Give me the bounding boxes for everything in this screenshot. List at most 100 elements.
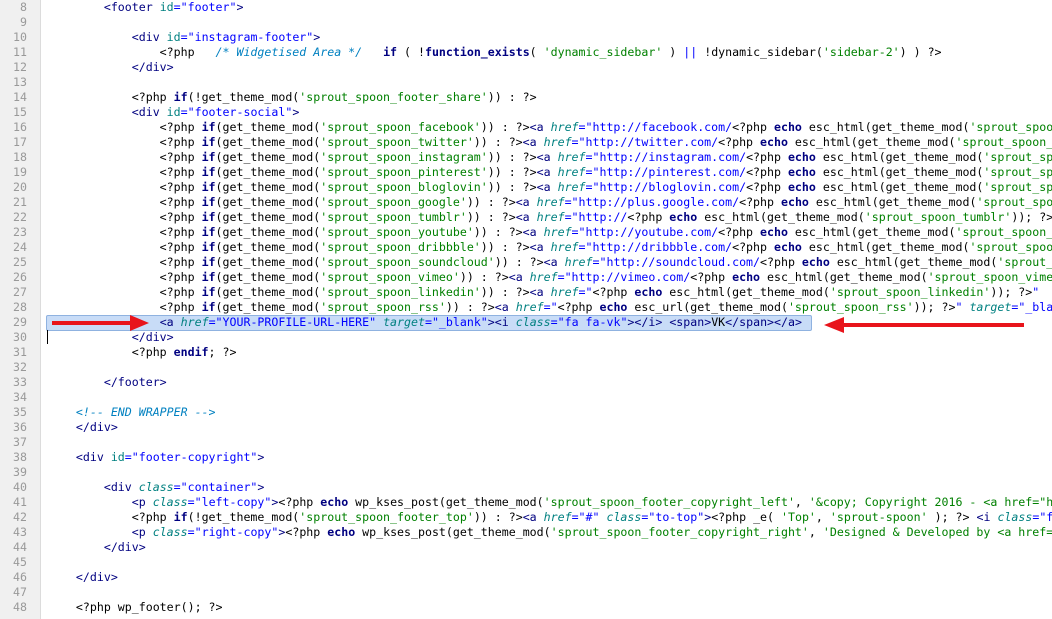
code-line[interactable]: 13 xyxy=(0,75,1052,90)
code-line[interactable]: 24 <?php if(get_theme_mod('sprout_spoon_… xyxy=(0,240,1052,255)
code-token: ="http://plus.google.com/ xyxy=(564,195,740,209)
code-token: <?php xyxy=(48,195,202,209)
code-line[interactable]: 47 xyxy=(0,585,1052,600)
code-line[interactable]: 19 <?php if(get_theme_mod('sprout_spoon_… xyxy=(0,165,1052,180)
code-line[interactable]: 14 <?php if(!get_theme_mod('sprout_spoon… xyxy=(0,90,1052,105)
code-token: href xyxy=(557,150,586,164)
code-text: </div> xyxy=(48,540,146,555)
code-token: <div xyxy=(131,105,167,119)
code-line[interactable]: 34 xyxy=(0,390,1052,405)
code-token: 'sprout_spoon_soundcloud' xyxy=(997,255,1052,269)
code-line[interactable]: 43 <p class="right-copy"><?php echo wp_k… xyxy=(0,525,1052,540)
code-token: 'sprout_spoon_google' xyxy=(320,195,467,209)
line-number: 16 xyxy=(13,120,27,134)
code-line[interactable]: 21 <?php if(get_theme_mod('sprout_spoon_… xyxy=(0,195,1052,210)
code-token: href xyxy=(180,315,209,329)
line-number: 33 xyxy=(13,375,27,389)
code-token: , xyxy=(808,525,823,539)
code-line[interactable]: 11 <?php /* Widgetised Area */ if ( !fun… xyxy=(0,45,1052,60)
code-token: echo xyxy=(787,165,816,179)
code-token: echo xyxy=(787,150,816,164)
code-token: <a xyxy=(159,315,181,329)
code-line[interactable]: 27 <?php if(get_theme_mod('sprout_spoon_… xyxy=(0,285,1052,300)
code-token: <?php xyxy=(732,240,774,254)
code-line[interactable]: 46 </div> xyxy=(0,570,1052,585)
code-token: 'sprout_spoon_twitter' xyxy=(320,135,474,149)
code-token: )) : ?> xyxy=(473,225,523,239)
code-token: <?php xyxy=(48,300,202,314)
code-line[interactable]: 16 <?php if(get_theme_mod('sprout_spoon_… xyxy=(0,120,1052,135)
code-line[interactable]: 40 <div class="container"> xyxy=(0,480,1052,495)
code-line[interactable]: 26 <?php if(get_theme_mod('sprout_spoon_… xyxy=(0,270,1052,285)
code-token: if xyxy=(201,270,216,284)
code-token: class xyxy=(515,315,551,329)
line-number: 29 xyxy=(13,315,27,329)
code-token: /* Widgetised Area */ xyxy=(215,45,363,59)
code-token: !dynamic_sidebar( xyxy=(697,45,823,59)
line-number: 42 xyxy=(13,510,27,524)
code-text: <?php if(get_theme_mod('sprout_spoon_dri… xyxy=(48,240,1052,255)
code-line[interactable]: 10 <div id="instagram-footer"> xyxy=(0,30,1052,45)
code-line[interactable]: 35 <!-- END WRAPPER --> xyxy=(0,405,1052,420)
code-token: " xyxy=(955,300,970,314)
code-line[interactable]: 23 <?php if(get_theme_mod('sprout_spoon_… xyxy=(0,225,1052,240)
code-token: ="http://facebook.com/ xyxy=(578,120,733,134)
code-line[interactable]: 32 xyxy=(0,360,1052,375)
code-token: class xyxy=(152,495,188,509)
code-token: 'sprout_spoon_linkedin' xyxy=(320,285,481,299)
code-token: ="to-top" xyxy=(641,510,705,524)
code-line[interactable]: 33 </footer> xyxy=(0,375,1052,390)
code-token: )) : ?> xyxy=(480,240,530,254)
code-text: </footer> xyxy=(48,375,167,390)
code-line[interactable]: 18 <?php if(get_theme_mod('sprout_spoon_… xyxy=(0,150,1052,165)
code-token: )) : ?> xyxy=(487,150,537,164)
code-token: (get_theme_mod( xyxy=(215,165,321,179)
line-number: 39 xyxy=(13,465,27,479)
code-line[interactable]: 17 <?php if(get_theme_mod('sprout_spoon_… xyxy=(0,135,1052,150)
code-line[interactable]: 12 </div> xyxy=(0,60,1052,75)
code-token: ="_bla xyxy=(1011,300,1052,314)
code-line[interactable]: 20 <?php if(get_theme_mod('sprout_spoon_… xyxy=(0,180,1052,195)
code-line[interactable]: 15 <div id="footer-social"> xyxy=(0,105,1052,120)
code-line[interactable]: 36 </div> xyxy=(0,420,1052,435)
code-token: <?php xyxy=(48,120,202,134)
code-token: 'sprout_spoon_footer_copyright_left' xyxy=(543,495,795,509)
code-line[interactable]: 48 <?php wp_footer(); ?> xyxy=(0,600,1052,615)
code-editor[interactable]: 8 <footer id="footer"> 9 10 <div id="insta… xyxy=(0,0,1052,619)
line-number: 21 xyxy=(13,195,27,209)
code-token: <p xyxy=(131,495,153,509)
code-line[interactable]: 38 <div id="footer-copyright"> xyxy=(0,450,1052,465)
code-line[interactable]: 8 <footer id="footer"> xyxy=(0,0,1052,15)
code-line[interactable]: 9 xyxy=(0,15,1052,30)
code-token: (get_theme_mod( xyxy=(215,210,321,224)
code-line[interactable]: 31 <?php endif; ?> xyxy=(0,345,1052,360)
code-token: esc_html(get_theme_mod( xyxy=(815,150,984,164)
code-line[interactable]: 28 <?php if(get_theme_mod('sprout_spoon_… xyxy=(0,300,1052,315)
code-text: <a href="YOUR-PROFILE-URL-HERE" target="… xyxy=(48,315,802,330)
code-token: esc_url(get_theme_mod( xyxy=(627,300,788,314)
code-text: </div> xyxy=(48,570,118,585)
code-line[interactable]: 22 <?php if(get_theme_mod('sprout_spoon_… xyxy=(0,210,1052,225)
code-token: echo xyxy=(327,525,356,539)
code-line[interactable]: 41 <p class="left-copy"><?php echo wp_ks… xyxy=(0,495,1052,510)
code-token: 'sprout_spoon_pinterest' xyxy=(983,165,1052,179)
code-token: 'sprout_spoon_vimeo' xyxy=(320,270,460,284)
code-line[interactable]: 37 xyxy=(0,435,1052,450)
code-token: 'sprout_spoon_facebook' xyxy=(969,120,1052,134)
code-line[interactable]: 39 xyxy=(0,465,1052,480)
code-line[interactable]: 25 <?php if(get_theme_mod('sprout_spoon_… xyxy=(0,255,1052,270)
code-line[interactable]: 44 </div> xyxy=(0,540,1052,555)
code-line[interactable]: 45 xyxy=(0,555,1052,570)
code-token: )) : ?> xyxy=(487,90,537,104)
code-token: VK xyxy=(711,315,726,329)
code-token: , xyxy=(794,495,809,509)
code-text: <?php /* Widgetised Area */ if ( !functi… xyxy=(48,45,942,60)
line-number: 10 xyxy=(13,30,27,44)
code-token: esc_html(get_theme_mod( xyxy=(829,255,998,269)
code-token: ="YOUR-PROFILE-URL-HERE" xyxy=(208,315,384,329)
code-token: href xyxy=(543,135,572,149)
code-token: <p xyxy=(131,525,153,539)
code-line[interactable]: 42 <?php if(!get_theme_mod('sprout_spoon… xyxy=(0,510,1052,525)
